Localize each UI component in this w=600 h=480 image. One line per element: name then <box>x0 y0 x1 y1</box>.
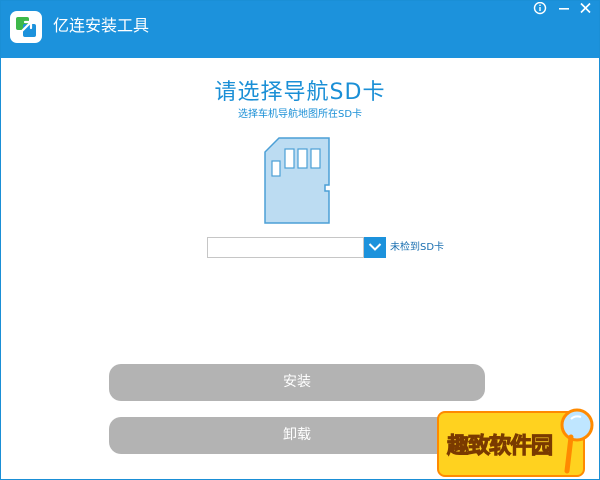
info-icon <box>533 1 547 15</box>
uninstall-button[interactable]: 卸载 <box>109 417 485 454</box>
sd-card-icon <box>263 137 331 231</box>
minimize-button[interactable] <box>553 1 575 15</box>
sd-card-select[interactable] <box>207 237 364 258</box>
sd-status-text: 未检到SD卡 <box>390 242 445 253</box>
page-heading: 请选择导航SD卡 <box>214 80 386 105</box>
minimize-icon <box>559 8 569 10</box>
sd-card-dropdown-button[interactable] <box>364 237 386 258</box>
close-button[interactable] <box>575 1 597 15</box>
info-button[interactable] <box>529 1 551 15</box>
watermark-logo: 趣致软件园 <box>433 405 599 479</box>
app-title: 亿连安装工具 <box>53 16 150 35</box>
close-icon <box>580 2 591 14</box>
chevron-down-icon <box>368 243 382 251</box>
watermark-text: 趣致软件园 <box>446 434 553 460</box>
app-logo-icon <box>10 11 42 43</box>
app-window: 亿连安装工具 请选择导航SD卡 选择车机导航地图所在SD卡 未检到SD卡 安装 … <box>0 0 600 480</box>
title-bar: 亿连安装工具 <box>1 1 599 58</box>
page-subheading: 选择车机导航地图所在SD卡 <box>237 109 363 120</box>
install-button[interactable]: 安装 <box>109 364 485 401</box>
magnifier-icon <box>560 408 594 474</box>
